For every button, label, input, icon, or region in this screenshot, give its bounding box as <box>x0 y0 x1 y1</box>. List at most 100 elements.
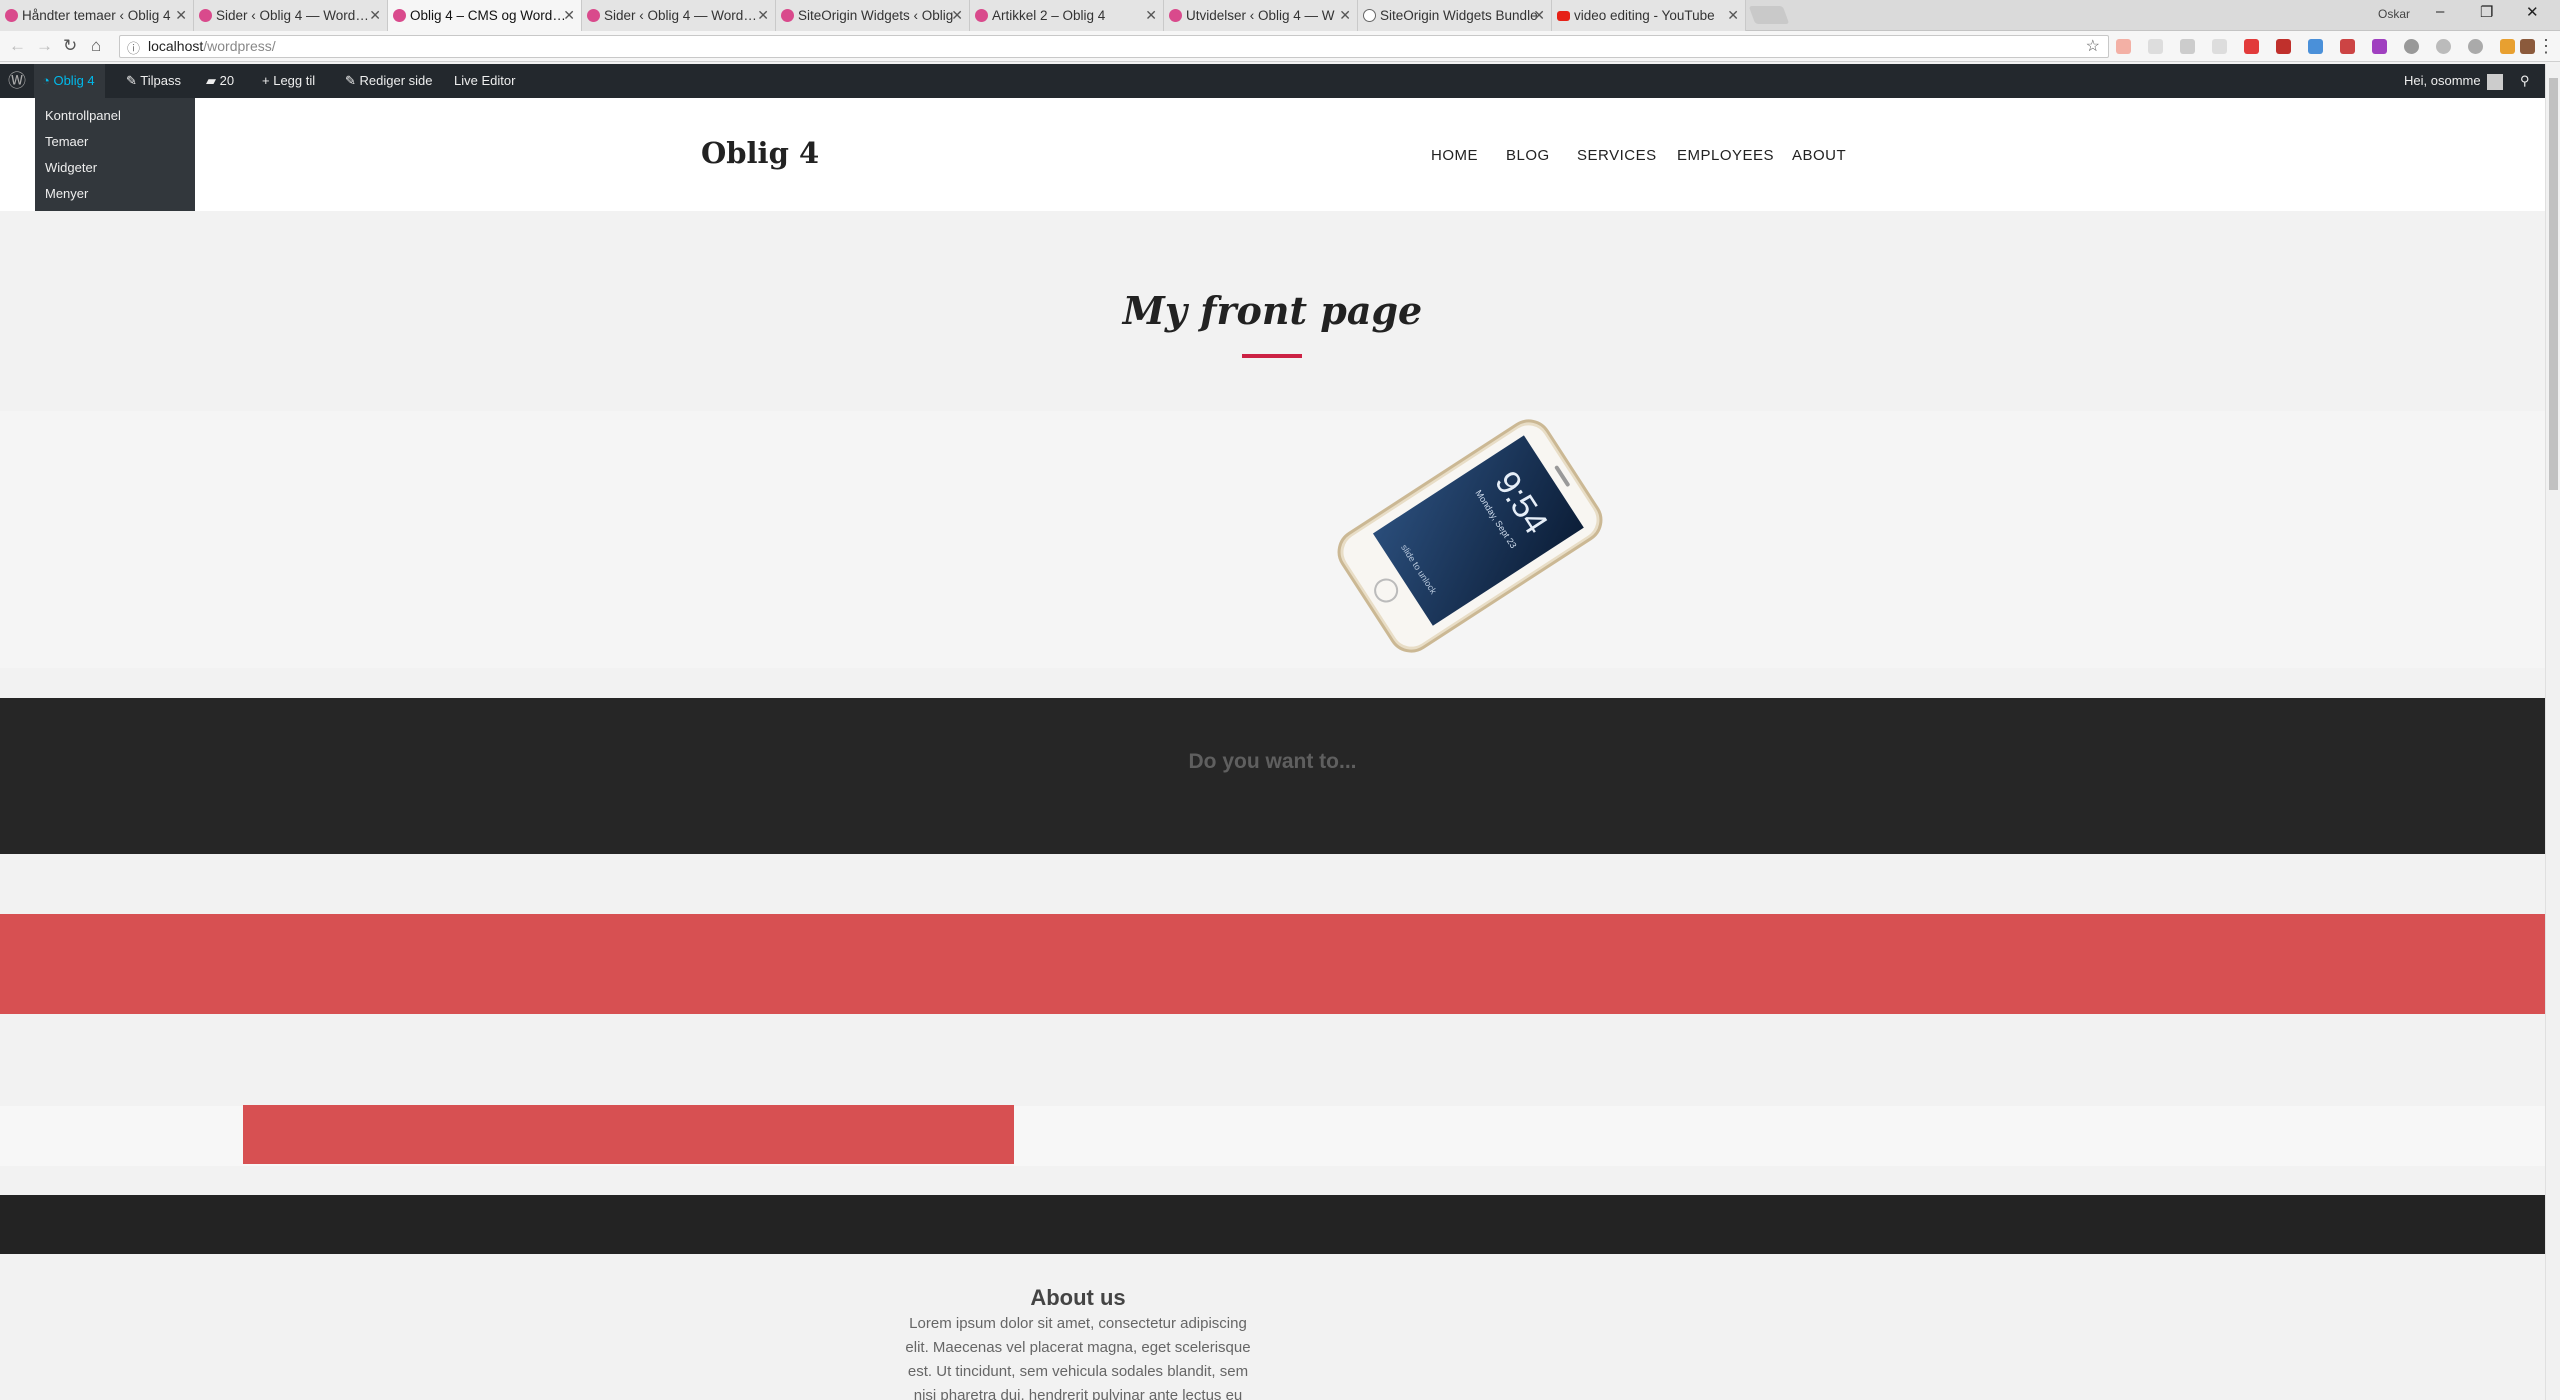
site-title[interactable]: Oblig 4 <box>701 136 819 170</box>
admin-site-dropdown: Kontrollpanel Temaer Widgeter Menyer <box>35 98 195 214</box>
profile-button[interactable]: Oskar <box>2378 7 2410 21</box>
title-underline <box>1242 354 1302 358</box>
wp-favicon-icon <box>393 9 406 22</box>
close-icon[interactable]: ✕ <box>1145 7 1157 24</box>
tab-4[interactable]: Sider ‹ Oblig 4 — WordPress ✕ <box>582 0 776 31</box>
about-text: Lorem ipsum dolor sit amet, consectetur … <box>900 1312 1256 1400</box>
wordpress-logo-icon[interactable]: Ⓦ <box>4 64 30 98</box>
wp-admin-bar: Ⓦ ◔ Oblig 4 ✎ Tilpass ▰ 20 + Legg til ✎ … <box>0 64 2560 98</box>
tab-title: Oblig 4 – CMS og WordPress <box>410 8 571 23</box>
search-icon[interactable]: ⚲ <box>2520 64 2530 98</box>
comment-icon: ▰ <box>206 73 220 88</box>
tab-title: SiteOrigin Widgets ‹ Oblig <box>798 8 954 23</box>
about-heading: About us <box>1030 1285 1126 1310</box>
extension-icon[interactable] <box>2404 39 2419 54</box>
nav-services[interactable]: SERVICES <box>1577 147 1657 164</box>
avatar <box>2486 73 2503 90</box>
extension-icon[interactable] <box>2436 39 2451 54</box>
extension-icon[interactable] <box>2340 39 2355 54</box>
extension-icon[interactable] <box>2308 39 2323 54</box>
tab-title: Håndter temaer ‹ Oblig 4 <box>22 8 171 23</box>
extension-icon[interactable] <box>2372 39 2387 54</box>
extension-icon[interactable] <box>2212 39 2227 54</box>
admin-account[interactable]: Hei, osomme <box>2404 64 2503 98</box>
url-host: localhost <box>148 38 204 54</box>
dropdown-menus[interactable]: Menyer <box>35 184 195 210</box>
tab-strip: Håndter temaer ‹ Oblig 4 ✕ Sider ‹ Oblig … <box>0 0 2560 31</box>
about-line: est. Ut tincidunt, sem vehicula sodales … <box>907 1363 1249 1380</box>
tab-7[interactable]: Utvidelser ‹ Oblig 4 — W ✕ <box>1164 0 1358 31</box>
browser-menu-icon[interactable]: ⋮ <box>2537 36 2555 57</box>
nav-home[interactable]: HOME <box>1431 147 1478 164</box>
close-icon[interactable]: ✕ <box>757 7 769 24</box>
admin-edit-page[interactable]: ✎ Rediger side <box>345 64 433 98</box>
tab-8[interactable]: SiteOrigin Widgets Bundle ✕ <box>1358 0 1552 31</box>
extension-icon[interactable] <box>2244 39 2259 54</box>
nav-employees[interactable]: EMPLOYEES <box>1677 147 1774 164</box>
extension-icon[interactable] <box>2500 39 2515 54</box>
extension-icon[interactable] <box>2520 39 2535 54</box>
red-banner <box>0 914 2545 1014</box>
tab-5[interactable]: SiteOrigin Widgets ‹ Oblig ✕ <box>776 0 970 31</box>
nav-blog[interactable]: BLOG <box>1506 147 1550 164</box>
home-icon[interactable]: ⌂ <box>91 36 101 56</box>
close-icon[interactable]: ✕ <box>1339 7 1351 24</box>
extension-icon[interactable] <box>2148 39 2163 54</box>
extension-icon[interactable] <box>2116 39 2131 54</box>
new-tab-button[interactable] <box>1748 6 1790 24</box>
admin-new[interactable]: + Legg til <box>262 64 315 98</box>
extension-icon[interactable] <box>2468 39 2483 54</box>
reload-icon[interactable]: ↻ <box>63 36 77 56</box>
tab-9[interactable]: video editing - YouTube ✕ <box>1552 0 1746 31</box>
iphone-image: 9:54 Monday, Sept 23 slide to unlock <box>1337 419 1603 653</box>
extension-icon[interactable] <box>2276 39 2291 54</box>
wp-favicon-icon <box>781 9 794 22</box>
wp-favicon-icon <box>587 9 600 22</box>
close-window-icon[interactable]: ✕ <box>2526 3 2539 21</box>
admin-live-editor[interactable]: Live Editor <box>454 64 515 98</box>
dropdown-widgets[interactable]: Widgeter <box>35 158 195 184</box>
dark-band <box>0 1195 2545 1254</box>
admin-comments-count: 20 <box>219 73 235 88</box>
dropdown-dashboard[interactable]: Kontrollpanel <box>35 106 195 132</box>
tab-3-active[interactable]: Oblig 4 – CMS og WordPress ✕ <box>388 0 582 31</box>
bookmark-star-icon[interactable]: ☆ <box>2086 36 2100 57</box>
wp-favicon-icon <box>199 9 212 22</box>
tab-title: Sider ‹ Oblig 4 — WordPress <box>604 8 765 23</box>
dashboard-icon: ◔ <box>42 73 54 88</box>
admin-site-menu[interactable]: ◔ Oblig 4 <box>34 64 105 98</box>
address-bar[interactable]: ⓘ localhost/wordpress/ ☆ <box>119 35 2109 58</box>
nav-about[interactable]: ABOUT <box>1792 147 1846 164</box>
hero-image-band: 9:54 Monday, Sept 23 slide to unlock <box>0 411 2545 668</box>
close-icon[interactable]: ✕ <box>369 7 381 24</box>
back-icon[interactable]: ← <box>9 36 26 56</box>
close-icon[interactable]: ✕ <box>951 7 963 24</box>
close-icon[interactable]: ✕ <box>1533 7 1545 24</box>
cta-heading: Do you want to... <box>1188 750 1357 773</box>
forward-icon[interactable]: → <box>36 36 53 56</box>
tab-6[interactable]: Artikkel 2 – Oblig 4 ✕ <box>970 0 1164 31</box>
wp-favicon-icon <box>975 9 988 22</box>
admin-site-label: Oblig 4 <box>53 73 95 88</box>
minimize-icon[interactable]: – <box>2436 3 2444 20</box>
admin-comments[interactable]: ▰ 20 <box>206 64 234 98</box>
tab-1[interactable]: Håndter temaer ‹ Oblig 4 ✕ <box>0 0 194 31</box>
wp-favicon-icon <box>1169 9 1182 22</box>
url-path: /wordpress/ <box>203 38 276 54</box>
extension-icon[interactable] <box>2180 39 2195 54</box>
vertical-scrollbar[interactable] <box>2545 64 2560 1400</box>
tab-title: Sider ‹ Oblig 4 — WordPress <box>216 8 377 23</box>
browser-window: Håndter temaer ‹ Oblig 4 ✕ Sider ‹ Oblig … <box>0 0 2560 1400</box>
close-icon[interactable]: ✕ <box>175 7 187 24</box>
dropdown-themes[interactable]: Temaer <box>35 132 195 158</box>
restore-icon[interactable]: ❐ <box>2480 3 2493 21</box>
tab-2[interactable]: Sider ‹ Oblig 4 — WordPress ✕ <box>194 0 388 31</box>
about-line: nisi pharetra dui, hendrerit pulvinar an… <box>913 1387 1243 1400</box>
admin-customize[interactable]: ✎ Tilpass <box>126 64 181 98</box>
about-line: Lorem ipsum dolor sit amet, consectetur … <box>909 1315 1247 1332</box>
close-icon[interactable]: ✕ <box>563 7 575 24</box>
tab-title: SiteOrigin Widgets Bundle <box>1380 8 1538 23</box>
scrollbar-thumb[interactable] <box>2549 78 2558 490</box>
close-icon[interactable]: ✕ <box>1727 7 1739 24</box>
wordpress-favicon-icon <box>1363 9 1376 22</box>
